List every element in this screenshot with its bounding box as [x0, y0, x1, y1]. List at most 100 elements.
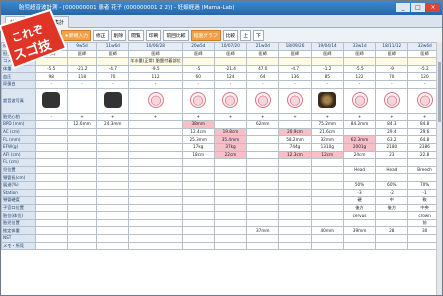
table-cell[interactable]: 58.2mm: [278, 135, 312, 144]
table-cell[interactable]: +: [181, 112, 215, 122]
table-cell[interactable]: [128, 180, 183, 190]
table-cell[interactable]: 12.4cm: [181, 127, 215, 137]
table-cell[interactable]: [342, 173, 377, 182]
table-cell[interactable]: -: [278, 79, 312, 89]
progress-graph-button[interactable]: 経過グラフ: [190, 29, 221, 41]
tab-record[interactable]: 記録: [27, 16, 48, 28]
table-cell[interactable]: [181, 203, 215, 213]
table-cell[interactable]: 21.6cm: [310, 127, 344, 137]
table-cell[interactable]: [66, 135, 98, 144]
table-cell[interactable]: 18cm: [181, 150, 215, 160]
table-cell[interactable]: 医師: [181, 49, 215, 59]
table-cell[interactable]: [34, 87, 68, 114]
table-cell[interactable]: 24.3mm: [96, 120, 130, 129]
table-cell[interactable]: -: [34, 112, 68, 122]
table-cell[interactable]: [181, 180, 215, 190]
table-cell[interactable]: 70: [375, 72, 409, 81]
table-cell[interactable]: 18/09/26: [278, 42, 312, 51]
table-cell[interactable]: [246, 135, 280, 144]
table-cell[interactable]: 医師: [213, 49, 248, 59]
ultrasound-thumbnail[interactable]: [147, 91, 164, 108]
maximize-button[interactable]: □: [411, 3, 425, 12]
print-button[interactable]: 印刷: [145, 29, 162, 41]
ultrasound-thumbnail[interactable]: [254, 91, 271, 108]
ultrasound-thumbnail[interactable]: [286, 91, 303, 108]
table-cell[interactable]: [278, 234, 312, 243]
table-cell[interactable]: 19/04/14: [310, 42, 344, 51]
table-cell[interactable]: [213, 211, 248, 220]
table-cell[interactable]: [375, 211, 409, 220]
table-cell[interactable]: [310, 196, 344, 205]
table-cell[interactable]: -: [66, 79, 98, 89]
table-cell[interactable]: [128, 218, 183, 228]
table-cell[interactable]: 09/08/1: [34, 42, 68, 51]
table-cell[interactable]: 85: [310, 72, 344, 81]
table-cell[interactable]: 38mm: [181, 120, 215, 129]
table-cell[interactable]: +: [66, 112, 98, 122]
table-cell[interactable]: 62.3mm: [342, 135, 377, 144]
table-cell[interactable]: [66, 211, 98, 220]
close-button[interactable]: ×: [426, 3, 440, 12]
table-cell[interactable]: 112: [128, 72, 183, 81]
table-cell[interactable]: 33w1d: [342, 42, 377, 51]
table-cell[interactable]: [310, 203, 344, 213]
table-cell[interactable]: [96, 165, 130, 175]
ultrasound-thumbnail[interactable]: [318, 91, 337, 108]
table-cell[interactable]: -4.7: [96, 64, 130, 74]
table-cell[interactable]: [278, 226, 312, 236]
view-button[interactable]: 閲覧: [128, 29, 144, 41]
table-cell[interactable]: [278, 57, 312, 66]
table-cell[interactable]: 医師: [66, 49, 98, 59]
table-cell[interactable]: [278, 218, 312, 228]
table-cell[interactable]: [246, 196, 280, 205]
table-cell[interactable]: 後方: [375, 203, 409, 213]
table-cell[interactable]: [246, 165, 280, 175]
table-cell[interactable]: [246, 241, 280, 251]
table-cell[interactable]: [96, 211, 130, 220]
ultrasound-thumbnail[interactable]: [383, 91, 400, 108]
table-cell[interactable]: [375, 173, 409, 182]
table-cell[interactable]: [181, 87, 215, 114]
table-cell[interactable]: 60%: [375, 180, 409, 190]
table-cell[interactable]: -9: [375, 64, 409, 74]
table-cell[interactable]: [66, 241, 98, 251]
table-cell[interactable]: 医師: [246, 49, 280, 59]
table-cell[interactable]: [213, 234, 248, 243]
up-button[interactable]: 上: [240, 29, 251, 41]
table-cell[interactable]: 後方: [342, 203, 377, 213]
table-cell[interactable]: 医師: [96, 49, 130, 59]
table-cell[interactable]: [128, 142, 183, 152]
table-cell[interactable]: 硬: [342, 196, 377, 205]
table-cell[interactable]: 医師: [342, 49, 377, 59]
table-cell[interactable]: [34, 180, 68, 190]
table-cell[interactable]: [34, 211, 68, 220]
table-cell[interactable]: [278, 241, 312, 251]
table-cell[interactable]: +: [128, 112, 183, 122]
table-cell[interactable]: [128, 196, 183, 205]
table-cell[interactable]: 12.6mm: [66, 120, 98, 129]
ultrasound-thumbnail[interactable]: [190, 91, 207, 108]
table-cell[interactable]: [66, 203, 98, 213]
table-cell[interactable]: 19.8cm: [213, 127, 248, 137]
table-cell[interactable]: 中: [375, 196, 409, 205]
table-cell[interactable]: [128, 135, 183, 144]
table-cell[interactable]: [213, 203, 248, 213]
table-cell[interactable]: [66, 173, 98, 182]
table-cell[interactable]: [128, 226, 183, 236]
table-cell[interactable]: [278, 203, 312, 213]
table-cell[interactable]: [181, 158, 215, 167]
ultrasound-thumbnail[interactable]: [42, 91, 61, 108]
table-cell[interactable]: [181, 218, 215, 228]
table-cell[interactable]: -: [375, 79, 409, 89]
table-cell[interactable]: [66, 218, 98, 228]
table-cell[interactable]: [128, 158, 183, 167]
table-cell[interactable]: [128, 211, 183, 220]
table-cell[interactable]: [34, 241, 68, 251]
table-cell[interactable]: [66, 127, 98, 137]
table-cell[interactable]: 98: [34, 72, 68, 81]
table-cell[interactable]: [246, 150, 280, 160]
table-cell[interactable]: [96, 180, 130, 190]
table-cell[interactable]: [34, 120, 68, 129]
table-cell[interactable]: [342, 158, 377, 167]
table-cell[interactable]: 25.3mm: [181, 135, 215, 144]
